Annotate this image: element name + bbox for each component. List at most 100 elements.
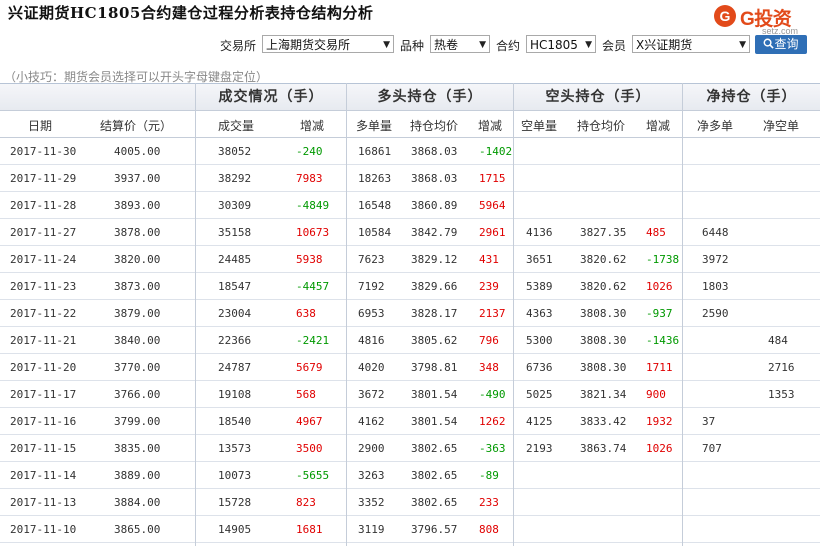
- query-button[interactable]: 查询: [755, 35, 807, 54]
- table-row: 2017-11-30 4005.00 38052 -240 16861 3868.03 -1…: [0, 138, 820, 165]
- member-select[interactable]: X兴证期货 ▼: [632, 35, 750, 53]
- col-short-vol: 空单量: [520, 119, 557, 133]
- variety-select-value: 热卷: [434, 38, 459, 52]
- cell-long-vol: 18263: [358, 172, 392, 185]
- table-row: 2017-11-28 3893.00 30309 -4849 16548 3860.89 5…: [0, 192, 820, 219]
- cell-long-chg: 5964: [479, 199, 506, 212]
- cell-volume-chg: -4457: [296, 280, 330, 293]
- cell-volume: 35158: [218, 226, 252, 239]
- cell-date: 2017-11-13: [10, 496, 77, 509]
- cell-settle: 3766.00: [114, 388, 161, 401]
- cell-date: 2017-11-24: [10, 253, 77, 266]
- cell-long-chg: 348: [479, 361, 499, 374]
- cell-long-chg: -363: [479, 442, 506, 455]
- cell-volume: 13573: [218, 442, 252, 455]
- cell-net-long: 37: [702, 415, 716, 428]
- exchange-label: 交易所: [220, 39, 257, 53]
- cell-volume: 19108: [218, 388, 252, 401]
- column-divider: [513, 83, 514, 546]
- cell-date: 2017-11-28: [10, 199, 77, 212]
- cell-long-avg: 3801.54: [411, 415, 458, 428]
- cell-settle: 3770.00: [114, 361, 161, 374]
- group-volume-header: 成交情况（手）: [218, 89, 324, 105]
- cell-date: 2017-11-10: [10, 523, 77, 536]
- chevron-down-icon: ▼: [383, 40, 390, 50]
- page-title: 兴证期货HC1805合约建仓过程分析表持仓结构分析: [8, 4, 374, 22]
- cell-short-avg: 3833.42: [580, 415, 627, 428]
- cell-settle: 3873.00: [114, 280, 161, 293]
- cell-settle: 3835.00: [114, 442, 161, 455]
- cell-volume-chg: -240: [296, 145, 323, 158]
- cell-net-long: 2590: [702, 307, 729, 320]
- col-settle: 结算价（元）: [99, 119, 172, 133]
- cell-short-chg: -937: [646, 307, 673, 320]
- exchange-select[interactable]: 上海期货交易所 ▼: [262, 35, 394, 53]
- contract-select-value: HC1805: [530, 38, 578, 52]
- cell-date: 2017-11-21: [10, 334, 77, 347]
- cell-long-vol: 4816: [358, 334, 385, 347]
- col-net-long: 净多单: [696, 119, 733, 133]
- cell-short-chg: 900: [646, 388, 666, 401]
- cell-short-chg: 1932: [646, 415, 673, 428]
- cell-long-avg: 3802.65: [411, 496, 458, 509]
- cell-volume-chg: 5938: [296, 253, 323, 266]
- cell-settle: 3878.00: [114, 226, 161, 239]
- cell-long-chg: 431: [479, 253, 499, 266]
- cell-volume: 22366: [218, 334, 252, 347]
- cell-net-long: 3972: [702, 253, 729, 266]
- cell-short-chg: 1026: [646, 280, 673, 293]
- cell-date: 2017-11-20: [10, 361, 77, 374]
- col-volume: 成交量: [217, 119, 254, 133]
- cell-short-vol: 4136: [526, 226, 553, 239]
- cell-volume-chg: -5655: [296, 469, 330, 482]
- cell-short-avg: 3808.30: [580, 307, 627, 320]
- cell-long-vol: 3352: [358, 496, 385, 509]
- variety-select[interactable]: 热卷 ▼: [430, 35, 490, 53]
- cell-net-short: 2716: [768, 361, 795, 374]
- contract-select[interactable]: HC1805 ▼: [526, 35, 596, 53]
- cell-short-avg: 3808.30: [580, 361, 627, 374]
- cell-short-avg: 3827.35: [580, 226, 627, 239]
- table-row: 2017-11-22 3879.00 23004 638 6953 3828.17 2137…: [0, 300, 820, 327]
- cell-long-vol: 16548: [358, 199, 392, 212]
- cell-settle: 3884.00: [114, 496, 161, 509]
- cell-short-avg: 3808.30: [580, 334, 627, 347]
- table-row: 2017-11-10 3865.00 14905 1681 3119 3796.57 808: [0, 516, 820, 543]
- cell-volume-chg: 568: [296, 388, 316, 401]
- column-divider: [195, 83, 196, 546]
- cell-long-avg: 3868.03: [411, 172, 458, 185]
- cell-long-chg: 239: [479, 280, 499, 293]
- col-long-avg: 持仓均价: [409, 119, 458, 133]
- cell-volume-chg: 638: [296, 307, 316, 320]
- cell-volume: 24787: [218, 361, 252, 374]
- cell-long-chg: -89: [479, 469, 499, 482]
- cell-short-vol: 5025: [526, 388, 553, 401]
- table-row: 2017-11-23 3873.00 18547 -4457 7192 3829.66 23…: [0, 273, 820, 300]
- cell-date: 2017-11-15: [10, 442, 77, 455]
- cell-volume-chg: -2421: [296, 334, 330, 347]
- cell-long-avg: 3828.17: [411, 307, 458, 320]
- group-short-header: 空头持仓（手）: [545, 89, 651, 105]
- cell-short-vol: 3651: [526, 253, 553, 266]
- col-date: 日期: [27, 119, 52, 133]
- cell-long-vol: 6953: [358, 307, 385, 320]
- cell-volume-chg: 4967: [296, 415, 323, 428]
- cell-short-chg: -1738: [646, 253, 680, 266]
- site-logo[interactable]: G G投资 setz.com: [712, 2, 820, 36]
- cell-short-vol: 4125: [526, 415, 553, 428]
- column-divider: [682, 83, 683, 546]
- cell-long-chg: 808: [479, 523, 499, 536]
- cell-settle: 3893.00: [114, 199, 161, 212]
- cell-date: 2017-11-22: [10, 307, 77, 320]
- chevron-down-icon: ▼: [739, 40, 746, 50]
- cell-long-vol: 2900: [358, 442, 385, 455]
- cell-settle: 3889.00: [114, 469, 161, 482]
- cell-long-vol: 3263: [358, 469, 385, 482]
- cell-volume: 18547: [218, 280, 252, 293]
- table-row: 2017-11-21 3840.00 22366 -2421 4816 3805.62 79…: [0, 327, 820, 354]
- table-group-header: 成交情况（手） 多头持仓（手） 空头持仓（手） 净持仓（手）: [0, 83, 820, 111]
- cell-settle: 3799.00: [114, 415, 161, 428]
- cell-long-avg: 3801.54: [411, 388, 458, 401]
- cell-volume: 38052: [218, 145, 252, 158]
- cell-short-chg: 1026: [646, 442, 673, 455]
